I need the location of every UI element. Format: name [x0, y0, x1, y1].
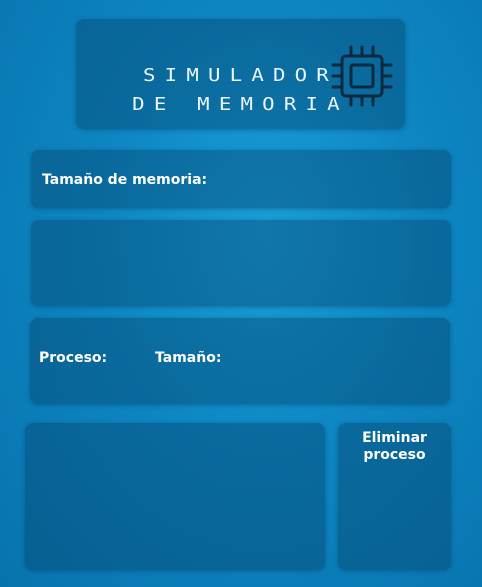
process-list-panel: [25, 423, 325, 570]
process-name-label: Proceso:: [39, 350, 108, 366]
process-name-input[interactable]: [105, 346, 153, 372]
memory-size-input[interactable]: [236, 166, 440, 194]
delete-process-label: Eliminar proceso: [362, 430, 427, 463]
process-size-label: Tamaño:: [155, 350, 222, 366]
memory-chip-icon: [331, 45, 393, 107]
title-panel: SIMULADOR DE MEMORIA: [76, 19, 405, 129]
delete-process-button[interactable]: Eliminar proceso: [338, 423, 451, 570]
memory-size-label: Tamaño de memoria:: [42, 172, 208, 188]
process-panel: Proceso: Tamaño:: [30, 318, 450, 404]
process-size-input[interactable]: [220, 346, 424, 372]
memory-size-panel: Tamaño de memoria:: [31, 150, 451, 208]
memory-display-panel: [31, 220, 451, 306]
